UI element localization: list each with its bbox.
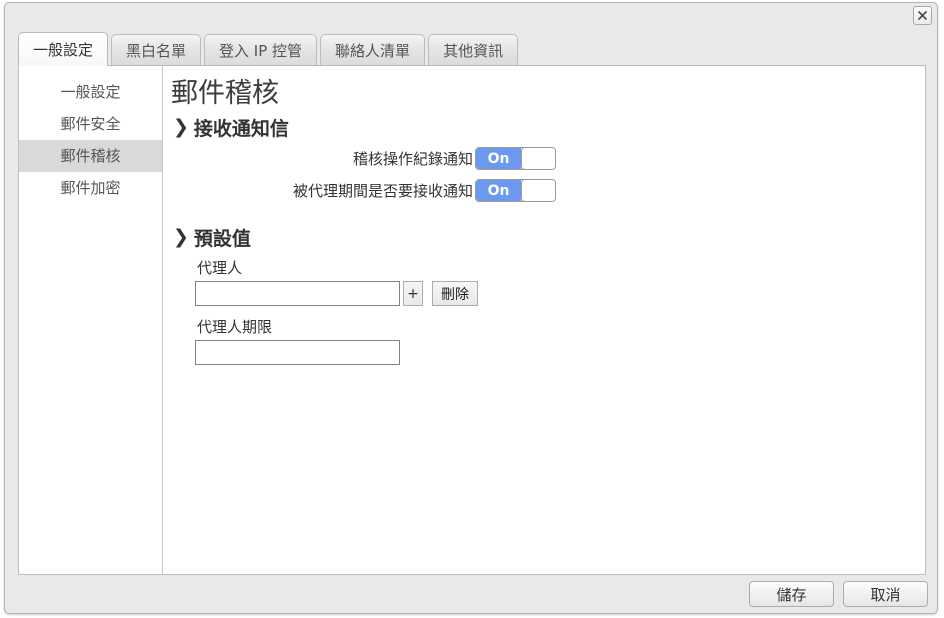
cancel-button-label: 取消 xyxy=(870,585,901,604)
toggle-state-label: On xyxy=(476,148,521,170)
chevron-right-icon: ❯ xyxy=(173,226,189,249)
tab-label: 一般設定 xyxy=(33,41,94,59)
tab-label: 黑白名單 xyxy=(126,41,187,60)
delegate-period-input[interactable] xyxy=(195,340,400,366)
window-titlebar xyxy=(5,3,937,27)
sidebar-item-label: 郵件安全 xyxy=(60,115,121,133)
tab-general-settings[interactable]: 一般設定 xyxy=(18,32,109,66)
save-button-label: 儲存 xyxy=(776,585,807,604)
toggle-label: 被代理期間是否要接收通知 xyxy=(292,182,473,201)
sidebar-item-mail-encryption[interactable]: 郵件加密 xyxy=(19,172,162,204)
add-delegate-button[interactable]: + xyxy=(403,281,423,307)
settings-window: 一般設定 黑白名單 登入 IP 控管 聯絡人清單 其他資訊 一般設定 郵件安全 … xyxy=(4,2,938,614)
toggle-audit-log-notification[interactable]: On xyxy=(475,147,556,171)
field-row-delegate: + 刪除 xyxy=(195,281,925,307)
close-icon xyxy=(917,10,928,21)
section-header-label: 接收通知信 xyxy=(193,118,289,141)
delete-button-label: 刪除 xyxy=(441,286,469,303)
save-button[interactable]: 儲存 xyxy=(749,581,834,607)
sidebar-item-label: 郵件稽核 xyxy=(60,147,121,165)
toggle-knob xyxy=(521,148,555,170)
field-label-delegate-period: 代理人期限 xyxy=(197,318,273,337)
tab-label: 登入 IP 控管 xyxy=(219,41,303,60)
toggle-row-delegate-period-notification: 被代理期間是否要接收通知 On xyxy=(169,179,925,203)
page-title: 郵件稽核 xyxy=(171,78,279,109)
defaults-section: ❯ 預設值 代理人 + 刪除 代理人期限 xyxy=(169,224,925,366)
close-button[interactable] xyxy=(913,6,932,25)
field-label-delegate: 代理人 xyxy=(197,259,243,278)
tab-bar: 一般設定 黑白名單 登入 IP 控管 聯絡人清單 其他資訊 xyxy=(18,32,926,66)
toggle-delegate-period-notification[interactable]: On xyxy=(475,179,556,203)
sidebar-item-label: 一般設定 xyxy=(60,83,121,101)
toggle-label: 稽核操作紀錄通知 xyxy=(352,150,473,169)
plus-icon: + xyxy=(407,285,419,302)
tab-label: 聯絡人清單 xyxy=(335,41,411,60)
field-row-delegate-period xyxy=(195,340,925,366)
toggle-knob xyxy=(521,180,555,202)
tab-label: 其他資訊 xyxy=(443,41,504,60)
tab-contact-list[interactable]: 聯絡人清單 xyxy=(320,34,426,65)
footer-bar: 儲存 取消 xyxy=(5,575,937,613)
tab-login-ip-control[interactable]: 登入 IP 控管 xyxy=(204,34,318,65)
delete-delegate-button[interactable]: 刪除 xyxy=(432,281,478,307)
chevron-right-icon: ❯ xyxy=(173,116,189,139)
content-panel: 一般設定 郵件安全 郵件稽核 郵件加密 郵件稽核 ❯ 接收通知信 稽核操作紀錄通… xyxy=(18,66,926,575)
sidebar-item-label: 郵件加密 xyxy=(60,179,121,197)
section-header-receive-notifications: ❯ 接收通知信 xyxy=(173,114,925,141)
delegate-input[interactable] xyxy=(195,281,400,307)
sidebar-item-mail-security[interactable]: 郵件安全 xyxy=(19,108,162,140)
cancel-button[interactable]: 取消 xyxy=(843,581,928,607)
section-header-default-values: ❯ 預設值 xyxy=(173,224,925,251)
toggle-row-audit-log-notification: 稽核操作紀錄通知 On xyxy=(169,147,925,171)
sidebar-item-general-settings[interactable]: 一般設定 xyxy=(19,76,162,108)
main-content: 郵件稽核 ❯ 接收通知信 稽核操作紀錄通知 On 被代理期間是否要接收通知 On xyxy=(163,66,925,574)
sidebar: 一般設定 郵件安全 郵件稽核 郵件加密 xyxy=(19,66,163,574)
tab-blacklist-whitelist[interactable]: 黑白名單 xyxy=(111,34,202,65)
toggle-state-label: On xyxy=(476,180,521,202)
section-header-label: 預設值 xyxy=(193,228,251,251)
tab-other-info[interactable]: 其他資訊 xyxy=(428,34,519,65)
sidebar-item-mail-audit[interactable]: 郵件稽核 xyxy=(19,140,162,172)
